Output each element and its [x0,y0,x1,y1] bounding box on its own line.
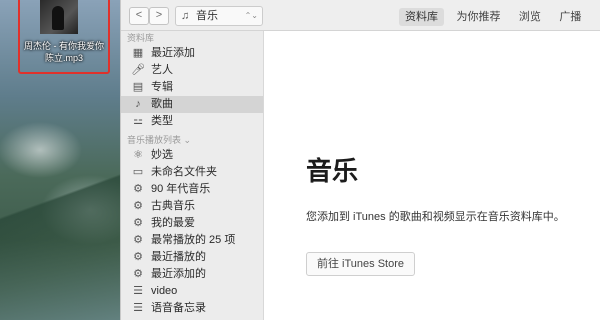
back-button[interactable]: < [129,7,149,25]
sidebar-item-recently-added[interactable]: ▦ 最近添加 [121,45,263,62]
sidebar-item-label: 语音备忘录 [151,302,206,314]
go-to-itunes-store-button[interactable]: 前往 iTunes Store [306,252,416,276]
sidebar-item-90s-music[interactable]: ⚙ 90 年代音乐 [121,181,263,198]
sidebar-item-voice-memos[interactable]: ☰ 语音备忘录 [121,300,263,317]
main-content: 音乐 您添加到 iTunes 的歌曲和视频显示在音乐资料库中。 前往 iTune… [264,31,600,320]
playlists-header[interactable]: 音乐播放列表 ⌄ [121,133,263,147]
sidebar-item-my-favorites[interactable]: ⚙ 我的最爱 [121,215,263,232]
sidebar-item-untitled-folder[interactable]: ▭ 未命名文件夹 [121,164,263,181]
sidebar-item-label: 我的最爱 [151,217,195,229]
desktop-wallpaper: 周杰伦 - 有你我爱你 陈立.mp3 [0,0,120,320]
album-icon: ▤ [132,81,144,93]
sidebar-item-label: 最常播放的 25 项 [151,234,236,246]
gear-icon: ⚙ [133,234,143,246]
sidebar-item-recently-played[interactable]: ⚙ 最近播放的 [121,249,263,266]
sidebar-item-classical[interactable]: ⚙ 古典音乐 [121,198,263,215]
sidebar-item-label: 类型 [151,115,173,127]
folder-icon: ▭ [132,166,144,178]
page-title: 音乐 [306,156,359,186]
sidebar-item-label: 90 年代音乐 [151,183,211,195]
sidebar-item-top-25[interactable]: ⚙ 最常播放的 25 项 [121,232,263,249]
tab-for-you[interactable]: 为你推荐 [450,8,506,26]
gear-icon: ⚙ [133,183,143,195]
sidebar-item-label: 最近添加的 [151,268,206,280]
sidebar-item-label: 专辑 [151,81,173,93]
genius-atom-icon: ⚛ [133,149,143,161]
gear-icon: ⚙ [133,268,143,280]
sidebar-item-label: 艺人 [151,64,173,76]
forward-button[interactable]: > [149,7,169,25]
music-note-icon: ♪ [135,98,141,110]
empty-library-description: 您添加到 iTunes 的歌曲和视频显示在音乐资料库中。 [306,211,565,223]
media-type-label: 音乐 [196,10,218,22]
gear-icon: ⚙ [133,200,143,212]
sidebar-item-recently-added-playlist[interactable]: ⚙ 最近添加的 [121,266,263,283]
recently-added-icon: ▦ [132,47,144,59]
sidebar-item-label: 歌曲 [151,98,173,110]
tab-library[interactable]: 资料库 [399,8,444,26]
genre-icon: ⚍ [133,115,143,127]
library-header: 资料库 [127,33,155,43]
sidebar: 资料库 ▦ 最近添加 🎤︎ 艺人 ▤ 专辑 ♪ 歌曲 ⚍ 类型 音乐播放列表 ⌄… [121,31,264,320]
playlist-icon: ☰ [133,302,143,314]
sidebar-item-artists[interactable]: 🎤︎ 艺人 [121,62,263,79]
sidebar-item-albums[interactable]: ▤ 专辑 [121,79,263,96]
sidebar-item-songs[interactable]: ♪ 歌曲 [121,96,263,113]
tab-bar: 资料库 为你推荐 浏览 广播 [399,7,589,26]
gear-icon: ⚙ [133,251,143,263]
playlist-icon: ☰ [133,285,143,297]
toolbar: < > ♫ 音乐 ⌃⌄ 资料库 为你推荐 浏览 广播 [121,0,600,31]
sidebar-item-genres[interactable]: ⚍ 类型 [121,113,263,130]
sidebar-item-label: 最近播放的 [151,251,206,263]
chevron-updown-icon: ⌃⌄ [244,11,258,20]
sidebar-item-label: 最近添加 [151,47,195,59]
music-note-icon: ♫ [181,10,190,22]
itunes-window: < > ♫ 音乐 ⌃⌄ 资料库 为你推荐 浏览 广播 资料库 ▦ 最近添加 🎤︎… [120,0,600,320]
tab-browse[interactable]: 浏览 [513,8,547,26]
gear-icon: ⚙ [133,217,143,229]
sidebar-item-label: video [151,285,178,297]
sidebar-item-label: 未命名文件夹 [151,166,217,178]
sidebar-item-label: 妙选 [151,149,173,161]
sidebar-item-label: 古典音乐 [151,200,195,212]
mountain-scenery [0,120,120,320]
tab-radio[interactable]: 广播 [553,8,587,26]
sidebar-item-video[interactable]: ☰ video [121,283,263,300]
artist-mic-icon: 🎤︎ [131,64,145,76]
sidebar-item-genius[interactable]: ⚛ 妙选 [121,147,263,164]
media-type-select[interactable]: ♫ 音乐 ⌃⌄ [175,6,263,26]
file-selection-highlight [18,0,110,74]
